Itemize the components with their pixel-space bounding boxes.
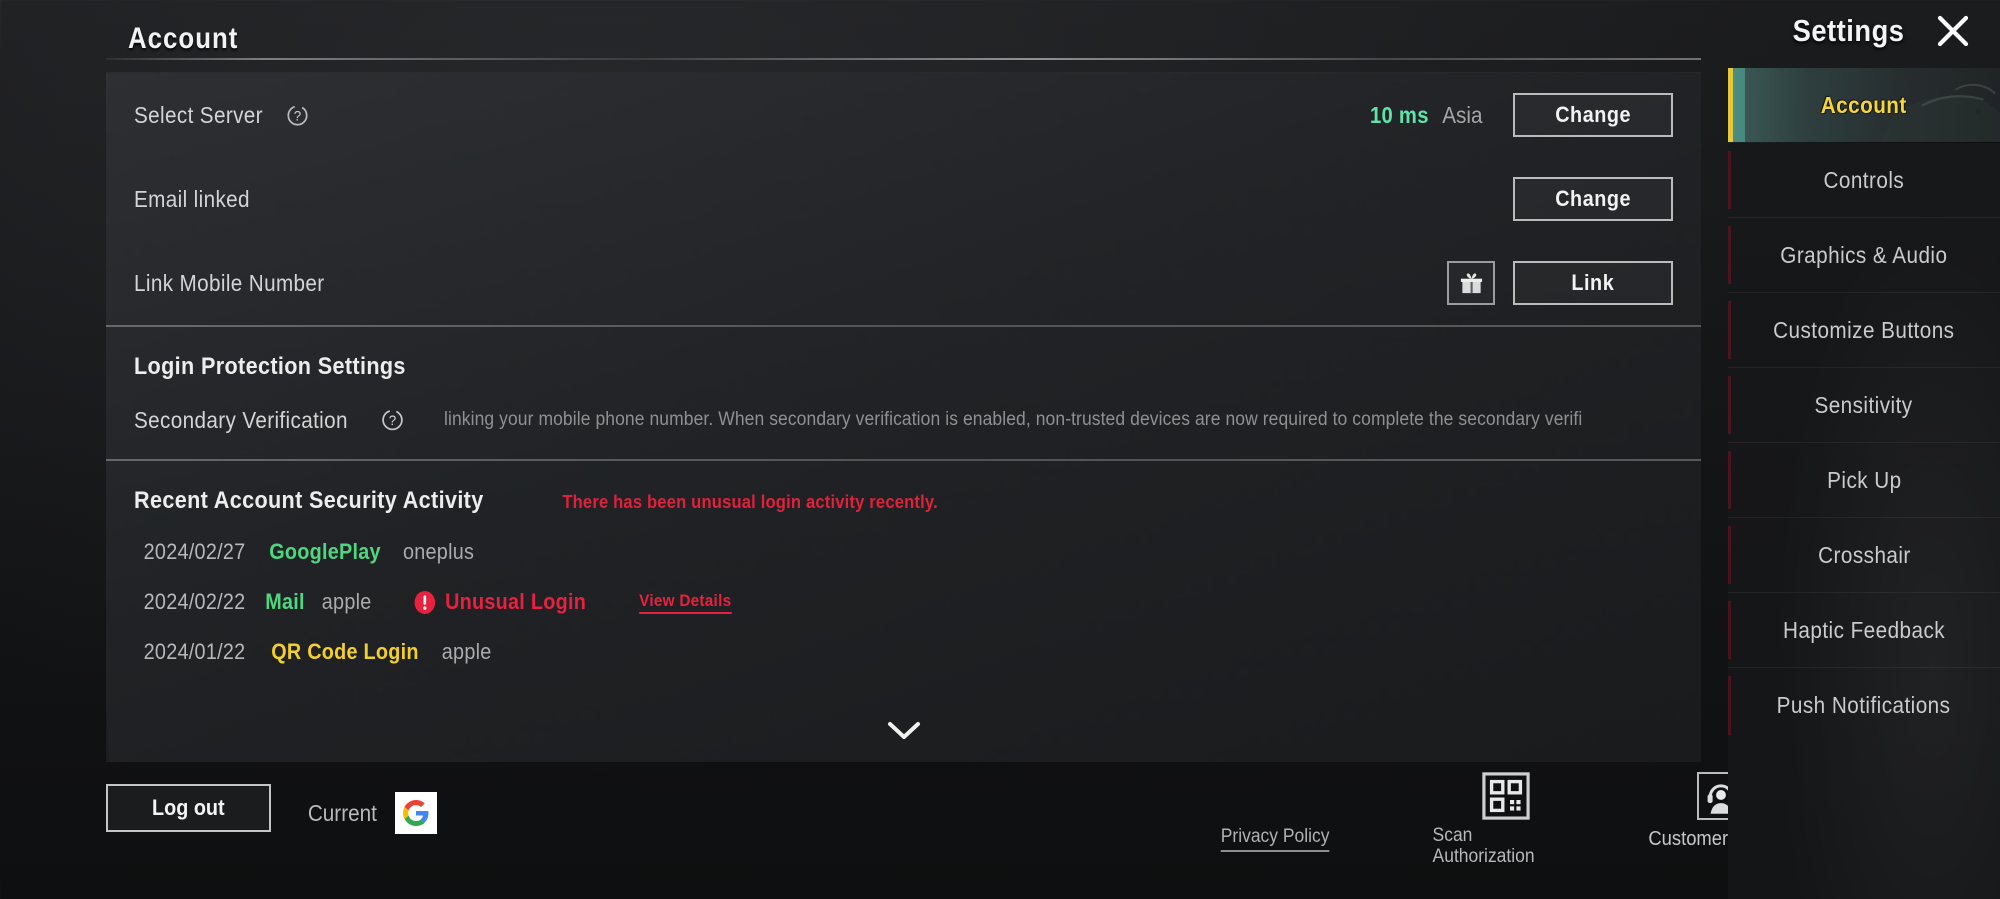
link-mobile-label: Link Mobile Number [134, 269, 325, 296]
list-item[interactable]: 2024/02/27 GooglePlay oneplus [138, 527, 1673, 577]
alert-circle-icon [414, 590, 436, 614]
secondary-verification-description: linking your mobile phone number. When s… [443, 409, 1582, 430]
logout-button[interactable]: Log out [106, 784, 271, 832]
list-item[interactable]: 2024/02/22 Mail apple Unusual Login View… [138, 577, 1673, 627]
change-email-button[interactable]: Change [1513, 177, 1673, 221]
chevron-down-icon[interactable] [882, 716, 926, 744]
sidebar-item-account[interactable]: Account [1728, 68, 2000, 143]
google-logo-icon [402, 800, 429, 826]
sidebar-item-label: Account [1821, 91, 1907, 118]
activity-date: 2024/02/27 [143, 539, 246, 564]
current-account-label: Current [307, 799, 377, 826]
login-protection-title: Login Protection Settings [134, 353, 406, 380]
link-mobile-actions: Link [1447, 261, 1673, 305]
page-title: Account [128, 22, 239, 55]
select-server-actions: 10 ms Asia Change [1366, 93, 1673, 137]
activity-source: QR Code Login [271, 639, 419, 664]
settings-header: Settings [1785, 12, 1972, 50]
settings-screen: Account Settings Select Server ? 10 ms A… [0, 0, 2000, 899]
login-protection-header: Login Protection Settings [106, 327, 1701, 385]
sidebar-item-graphics-audio[interactable]: Graphics & Audio [1728, 218, 2000, 293]
email-linked-label: Email linked [134, 185, 250, 212]
security-warning-text: There has been unusual login activity re… [562, 492, 939, 512]
sidebar-item-label: Customize Buttons [1773, 316, 1955, 343]
activity-source: GooglePlay [269, 539, 381, 564]
ping-indicator: 10 ms Asia [1366, 102, 1485, 129]
activity-source: Mail [265, 589, 305, 614]
sidebar-item-label: Controls [1823, 166, 1905, 193]
close-icon[interactable] [1934, 12, 1972, 50]
row-secondary-verification[interactable]: Secondary Verification ? linking your mo… [106, 385, 1701, 459]
change-email-label: Change [1555, 186, 1631, 211]
account-panel: Select Server ? 10 ms Asia Change Email … [106, 72, 1701, 762]
svg-text:?: ? [294, 108, 301, 123]
link-mobile-button-label: Link [1571, 270, 1615, 295]
sidebar-item-customize-buttons[interactable]: Customize Buttons [1728, 293, 2000, 368]
privacy-policy-link[interactable]: Privacy Policy [1220, 826, 1330, 852]
sidebar-item-label: Haptic Feedback [1782, 616, 1946, 643]
title-divider [106, 58, 1701, 60]
security-activity-header: Recent Account Security Activity There h… [106, 461, 1701, 519]
google-account-button[interactable] [394, 792, 437, 834]
sidebar-item-push-notifications[interactable]: Push Notifications [1728, 668, 2000, 743]
change-server-label: Change [1555, 102, 1631, 127]
ping-value: 10 ms [1369, 101, 1429, 128]
security-activity-list: 2024/02/27 GooglePlay oneplus 2024/02/22… [106, 519, 1701, 677]
activity-device: apple [441, 639, 492, 664]
sidebar-item-label: Graphics & Audio [1780, 241, 1948, 268]
gift-icon [1460, 272, 1482, 293]
svg-text:?: ? [388, 413, 395, 428]
activity-flag-label: Unusual Login [445, 589, 587, 614]
activity-device: oneplus [403, 539, 475, 564]
qr-code-icon[interactable] [1482, 772, 1530, 820]
unusual-login-flag: Unusual Login [414, 589, 587, 615]
help-icon[interactable]: ? [381, 409, 404, 432]
sidebar-item-label: Crosshair [1817, 541, 1911, 568]
sidebar-item-label: Sensitivity [1814, 391, 1914, 418]
email-linked-actions: Change [1513, 177, 1673, 221]
scan-authorization-label: Scan Authorization [1416, 825, 1582, 867]
select-server-label: Select Server [134, 101, 263, 128]
sidebar-item-sensitivity[interactable]: Sensitivity [1728, 368, 2000, 443]
list-item[interactable]: 2024/01/22 QR Code Login apple [138, 627, 1673, 677]
current-account-group: Current [304, 792, 437, 834]
sidebar-item-label: Push Notifications [1777, 692, 1951, 718]
secondary-verification-label: Secondary Verification [134, 406, 348, 433]
security-activity-title: Recent Account Security Activity [134, 487, 484, 514]
settings-sidebar: Account Controls Graphics & Audio Custom… [1728, 68, 2000, 899]
scan-authorization-line1: Scan [1432, 825, 1473, 846]
sidebar-item-controls[interactable]: Controls [1728, 143, 2000, 218]
ping-region: Asia [1442, 101, 1483, 128]
activity-device: apple [321, 589, 372, 614]
activity-date: 2024/01/22 [143, 639, 246, 664]
sidebar-item-label: Pick Up [1826, 466, 1902, 493]
scan-authorization-group[interactable]: Scan Authorization [1416, 772, 1596, 867]
sidebar-item-pick-up[interactable]: Pick Up [1728, 443, 2000, 518]
activity-date: 2024/02/22 [143, 589, 246, 614]
help-icon[interactable]: ? [286, 104, 309, 127]
change-server-button[interactable]: Change [1513, 93, 1673, 137]
row-email-linked[interactable]: Email linked Change [106, 157, 1701, 241]
row-link-mobile-number[interactable]: Link Mobile Number Link [106, 241, 1701, 325]
bottom-bar: Log out Current Privacy Policy Scan Auth… [106, 772, 1794, 888]
logout-label: Log out [152, 795, 225, 820]
view-details-link[interactable]: View Details [639, 591, 732, 614]
gift-reward-button[interactable] [1447, 261, 1495, 305]
sidebar-item-haptic-feedback[interactable]: Haptic Feedback [1728, 593, 2000, 668]
scan-authorization-line2: Authorization [1432, 845, 1535, 867]
sidebar-item-crosshair[interactable]: Crosshair [1728, 518, 2000, 593]
row-select-server[interactable]: Select Server ? 10 ms Asia Change [106, 73, 1701, 157]
settings-title: Settings [1792, 13, 1905, 48]
link-mobile-button[interactable]: Link [1513, 261, 1673, 305]
